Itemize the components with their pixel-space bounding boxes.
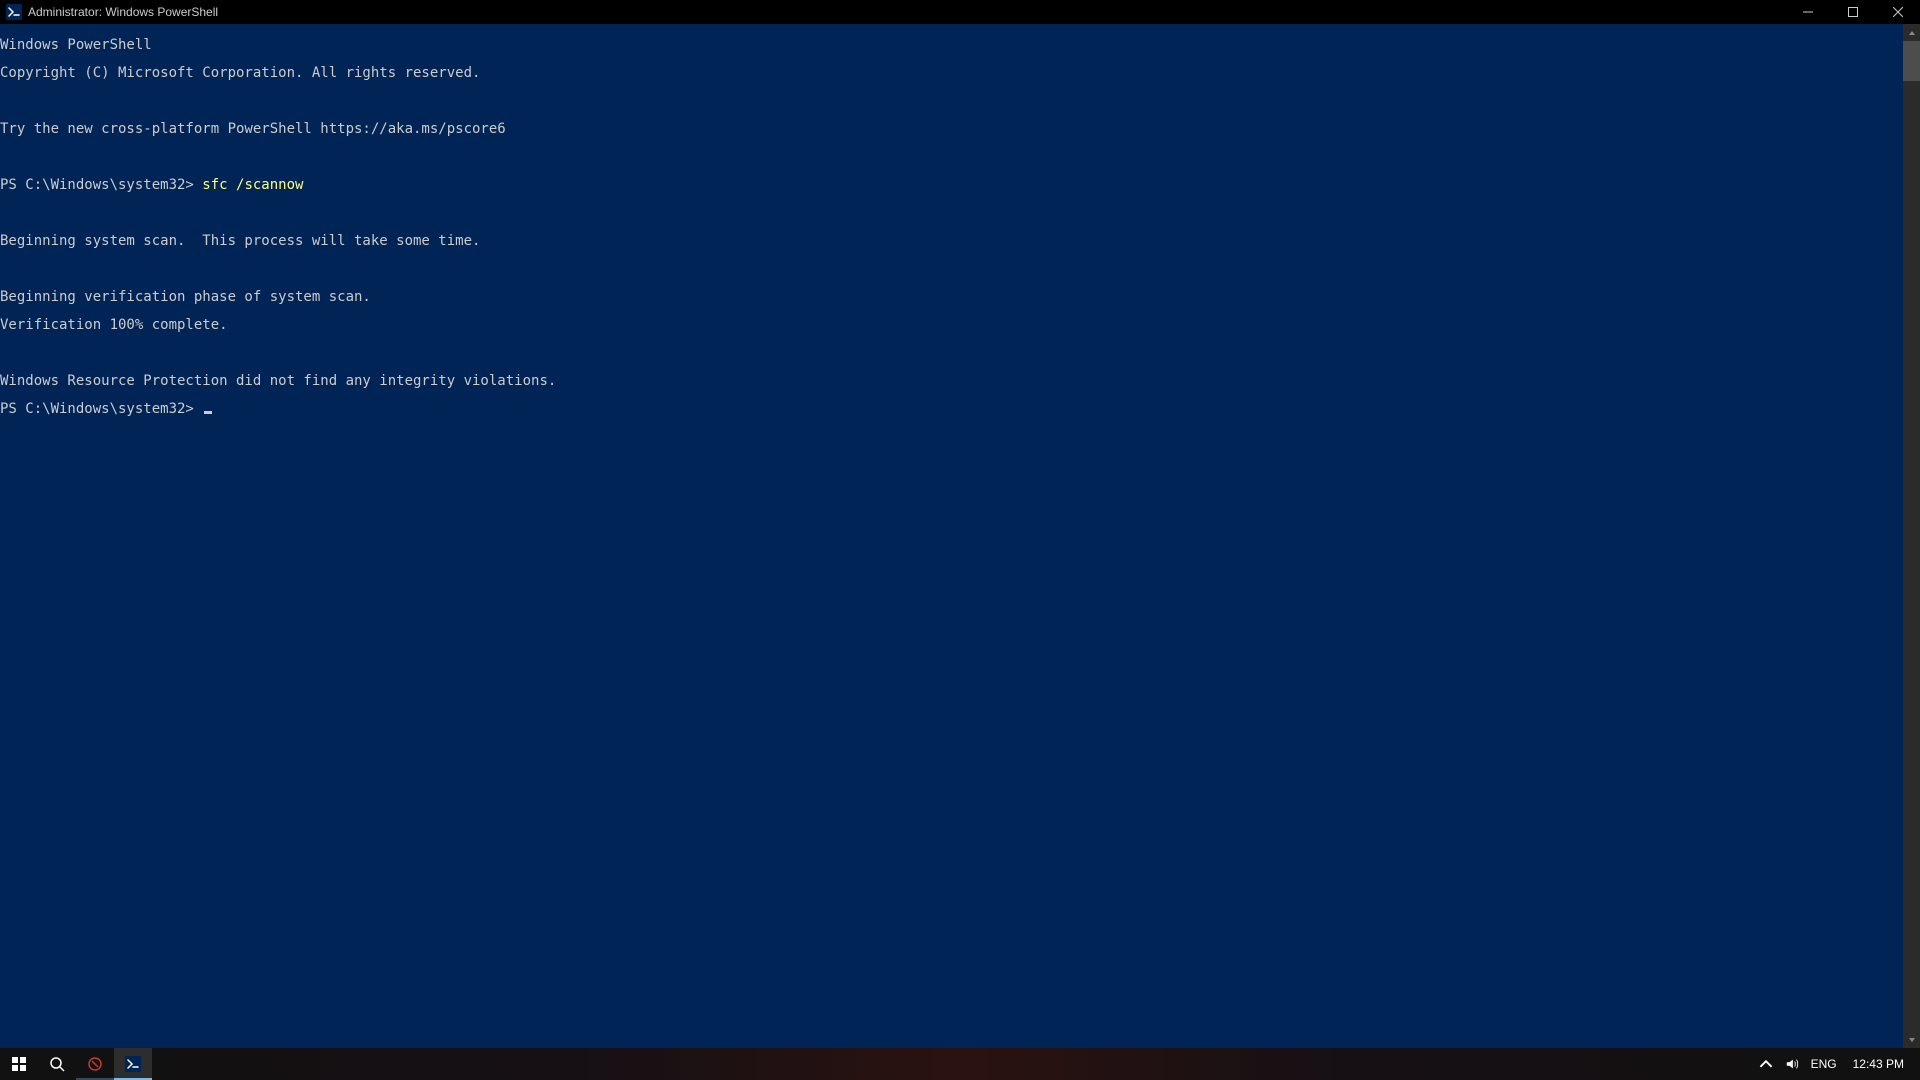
vertical-scrollbar[interactable] (1903, 24, 1920, 1048)
console-line: Copyright (C) Microsoft Corporation. All… (0, 66, 1920, 80)
console-line: Try the new cross-platform PowerShell ht… (0, 122, 1920, 136)
taskbar-app-powershell[interactable] (114, 1048, 152, 1080)
maximize-button[interactable] (1830, 0, 1875, 24)
console-line (0, 206, 1920, 220)
powershell-icon (125, 1056, 141, 1072)
scrollbar-thumb[interactable] (1903, 41, 1920, 81)
chevron-up-icon (1759, 1057, 1773, 1071)
console-line (0, 150, 1920, 164)
volume-icon (1785, 1057, 1799, 1071)
start-button[interactable] (0, 1048, 38, 1080)
system-tray: ENG 12:43 PM (1753, 1048, 1920, 1080)
windows-start-icon (11, 1056, 27, 1072)
console-line (0, 346, 1920, 360)
console-prompt-line: PS C:\Windows\system32> sfc /scannow (0, 178, 1920, 192)
scroll-down-button[interactable] (1903, 1031, 1920, 1048)
taskbar-app-snip[interactable] (76, 1048, 114, 1080)
close-button[interactable] (1875, 0, 1920, 24)
powershell-icon (6, 4, 22, 20)
console-line: Windows PowerShell (0, 38, 1920, 52)
console-area[interactable]: Windows PowerShell Copyright (C) Microso… (0, 24, 1920, 1048)
minimize-button[interactable] (1785, 0, 1830, 24)
search-button[interactable] (38, 1048, 76, 1080)
console-prompt-line: PS C:\Windows\system32> (0, 402, 1920, 416)
console-line: Beginning verification phase of system s… (0, 290, 1920, 304)
console-line: Beginning system scan. This process will… (0, 234, 1920, 248)
console-line (0, 94, 1920, 108)
search-icon (49, 1056, 65, 1072)
taskbar-spacer (152, 1048, 1753, 1080)
volume-button[interactable] (1779, 1048, 1805, 1080)
scrollbar-track[interactable] (1903, 41, 1920, 1031)
console-line: Windows Resource Protection did not find… (0, 374, 1920, 388)
clock[interactable]: 12:43 PM (1843, 1048, 1914, 1080)
tray-overflow-button[interactable] (1753, 1048, 1779, 1080)
snip-sketch-icon (87, 1056, 103, 1072)
text-cursor (204, 411, 212, 414)
taskbar: ENG 12:43 PM (0, 1048, 1920, 1080)
console-line: Verification 100% complete. (0, 318, 1920, 332)
language-indicator[interactable]: ENG (1805, 1048, 1843, 1080)
entered-command: sfc /scannow (202, 177, 303, 193)
console-output: Windows PowerShell Copyright (C) Microso… (0, 24, 1920, 1048)
window-title: Administrator: Windows PowerShell (28, 5, 218, 19)
prompt-prefix: PS C:\Windows\system32> (0, 401, 202, 417)
window-titlebar: Administrator: Windows PowerShell (0, 0, 1920, 24)
scroll-up-button[interactable] (1903, 24, 1920, 41)
prompt-prefix: PS C:\Windows\system32> (0, 177, 202, 193)
console-line (0, 262, 1920, 276)
